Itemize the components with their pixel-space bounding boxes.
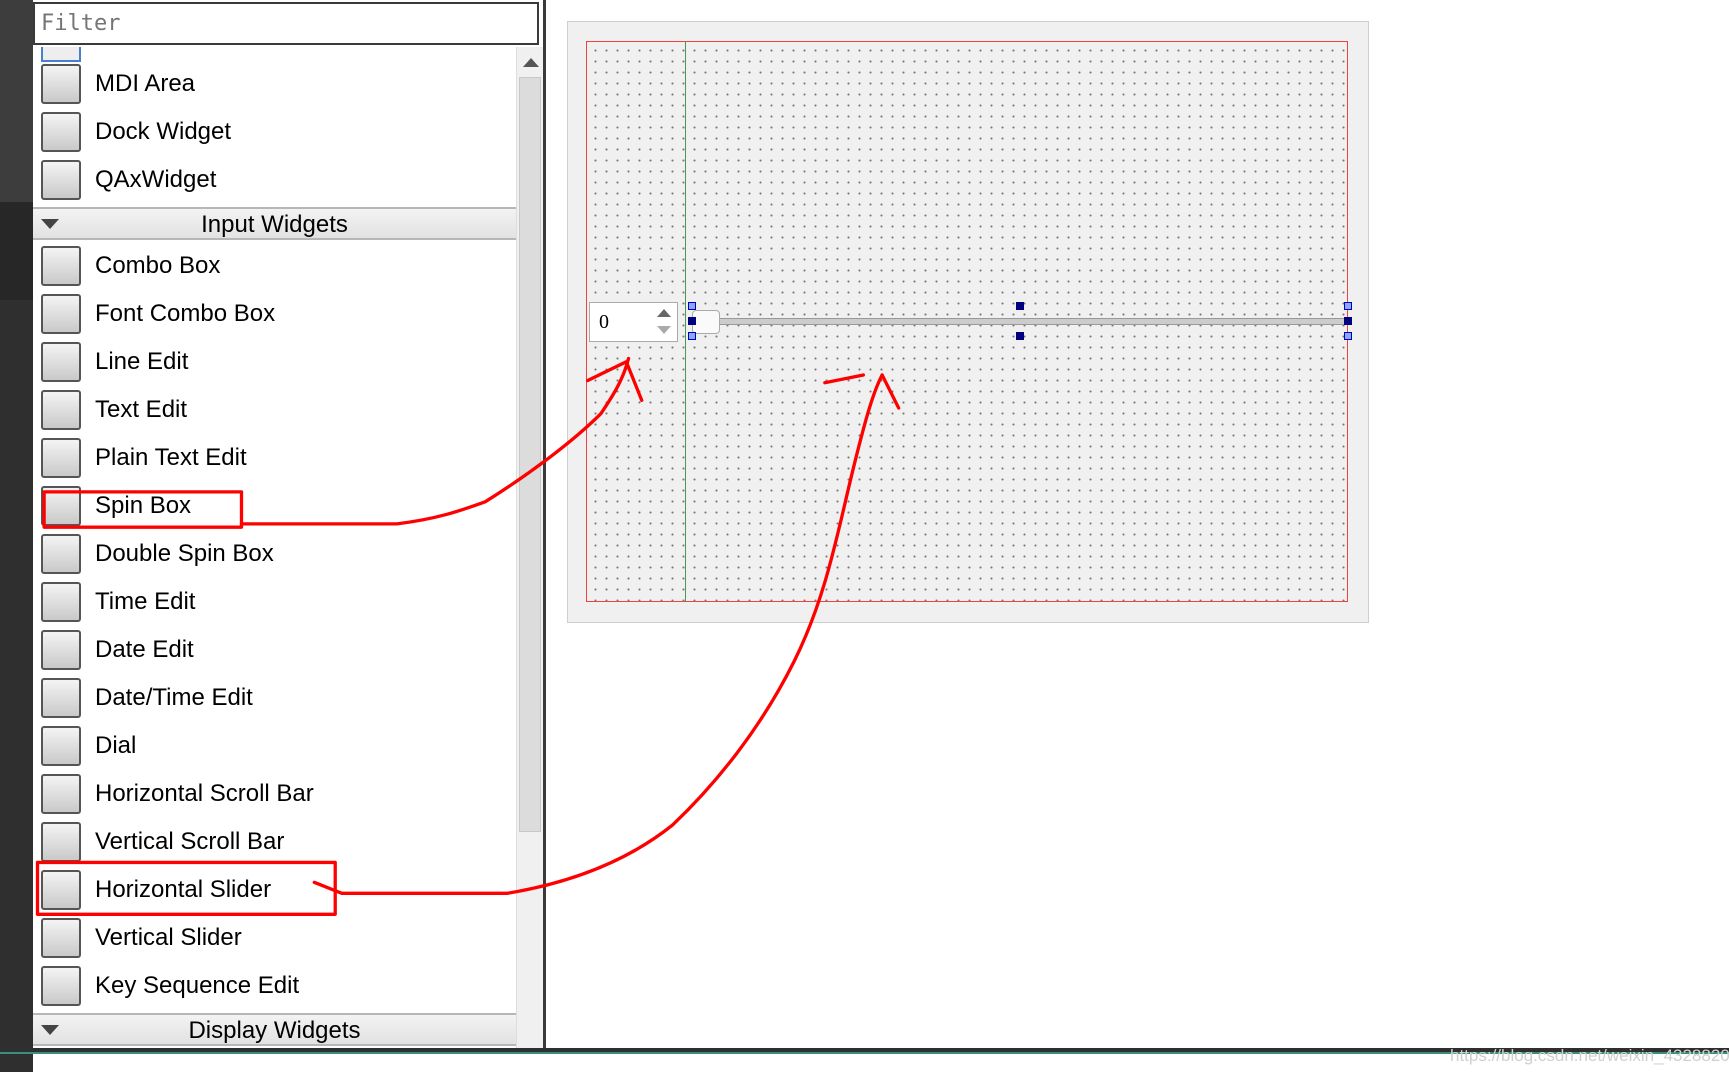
dial-icon <box>41 726 81 766</box>
dock-widget-icon <box>41 112 81 152</box>
list-item[interactable]: Horizontal Scroll Bar <box>33 770 516 818</box>
time-edit-icon <box>41 582 81 622</box>
horizontal-slider-icon <box>41 870 81 910</box>
list-item[interactable]: Line Edit <box>33 338 516 386</box>
category-display-widgets[interactable]: Display Widgets <box>33 1013 516 1046</box>
filter-input[interactable] <box>33 2 539 45</box>
selection-handle[interactable] <box>1016 302 1024 310</box>
panel-divider[interactable] <box>543 0 546 1050</box>
selection-handle[interactable] <box>688 317 696 325</box>
spin-up-arrow-icon[interactable] <box>657 309 671 317</box>
date-edit-icon <box>41 630 81 670</box>
list-item[interactable]: Combo Box <box>33 242 516 290</box>
list-item[interactable]: Time Edit <box>33 578 516 626</box>
vertical-slider-icon <box>41 918 81 958</box>
left-dock-strip <box>0 0 33 1072</box>
horizontal-scroll-bar-icon <box>41 774 81 814</box>
list-item[interactable]: Double Spin Box <box>33 530 516 578</box>
scrollbar-thumb[interactable] <box>519 77 541 832</box>
list-item[interactable]: Dock Widget <box>33 108 516 156</box>
list-item[interactable]: Vertical Scroll Bar <box>33 818 516 866</box>
selection-handle[interactable] <box>1344 302 1352 310</box>
list-item[interactable]: Key Sequence Edit <box>33 962 516 1010</box>
list-item[interactable]: Plain Text Edit <box>33 434 516 482</box>
selection-handle[interactable] <box>1344 332 1352 340</box>
slider-groove <box>710 318 1348 325</box>
selection-handle[interactable] <box>1344 317 1352 325</box>
scroll-up-arrow-icon[interactable] <box>523 58 539 67</box>
selection-handle[interactable] <box>688 332 696 340</box>
category-input-widgets[interactable]: Input Widgets <box>33 207 516 240</box>
qaxwidget-icon <box>41 160 81 200</box>
mdi-area-icon <box>41 64 81 104</box>
list-item[interactable]: Spin Box <box>33 482 516 530</box>
spin-down-arrow-icon[interactable] <box>657 326 671 334</box>
list-item[interactable]: Date Edit <box>33 626 516 674</box>
list-item[interactable]: QAxWidget <box>33 156 516 204</box>
list-item[interactable]: Font Combo Box <box>33 290 516 338</box>
combo-box-icon <box>41 246 81 286</box>
vertical-scroll-bar-icon <box>41 822 81 862</box>
selection-handle[interactable] <box>688 302 696 310</box>
layout-guide-line <box>685 41 686 602</box>
slider-handle[interactable] <box>692 310 720 334</box>
list-item[interactable]: Horizontal Slider <box>33 866 516 914</box>
key-sequence-edit-icon <box>41 966 81 1006</box>
watermark: https://blog.csdn.net/weixin_43288201 <box>1450 1046 1729 1065</box>
font-combo-box-icon <box>41 294 81 334</box>
plain-text-edit-icon <box>41 438 81 478</box>
widget-box-list: MDI Area Dock Widget QAxWidget Input Widge… <box>33 47 516 1050</box>
double-spin-box-icon <box>41 534 81 574</box>
list-item[interactable]: Text Edit <box>33 386 516 434</box>
selection-handle[interactable] <box>1016 332 1024 340</box>
list-item[interactable]: MDI Area <box>33 60 516 108</box>
line-edit-icon <box>41 342 81 382</box>
list-item[interactable]: Dial <box>33 722 516 770</box>
text-edit-icon <box>41 390 81 430</box>
spin-box-widget[interactable]: 0 <box>589 302 678 342</box>
date-time-edit-icon <box>41 678 81 718</box>
widget-box-scrollbar[interactable] <box>516 47 544 1050</box>
list-item[interactable]: Vertical Slider <box>33 914 516 962</box>
spin-box-icon <box>41 486 81 526</box>
list-item[interactable]: Date/Time Edit <box>33 674 516 722</box>
